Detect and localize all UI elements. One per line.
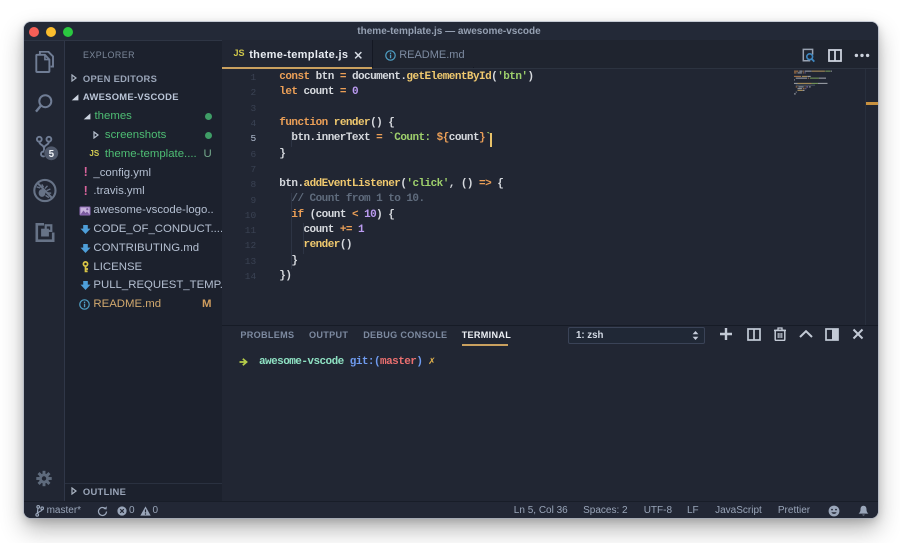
svg-text:5: 5 — [49, 149, 55, 160]
